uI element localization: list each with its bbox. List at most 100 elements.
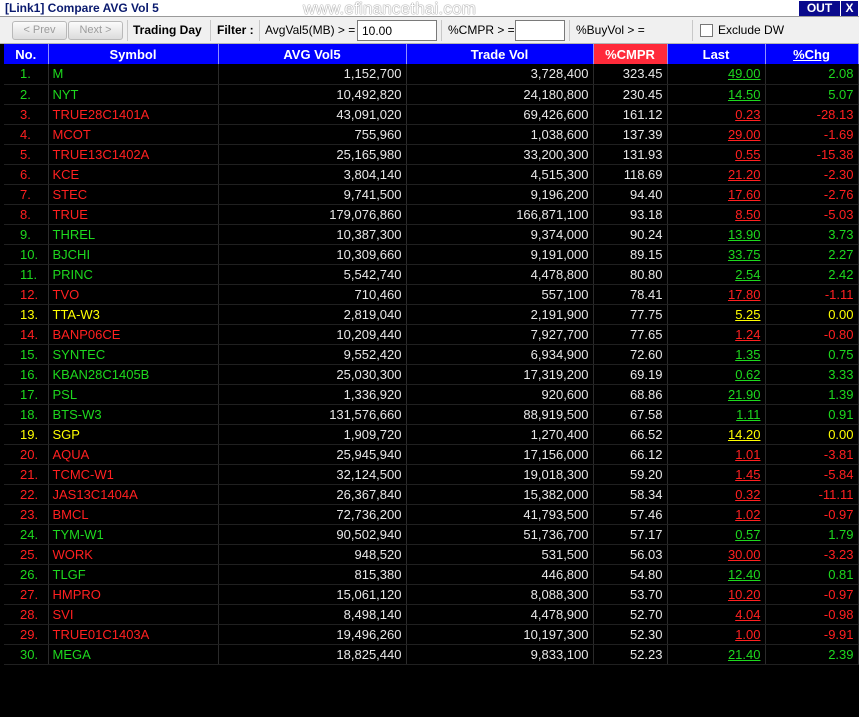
column-header-chg[interactable]: %Chg [765, 44, 859, 64]
column-header-avg-vol5[interactable]: AVG Vol5 [218, 44, 407, 64]
table-row[interactable]: 17. PSL 1,336,920 920,600 68.86 21.90 1.39 [4, 384, 859, 405]
table-row[interactable]: 26. TLGF 815,380 446,800 54.80 12.40 0.81 [4, 564, 859, 585]
last-price-cell[interactable]: 1.11 [667, 404, 766, 425]
last-price-cell[interactable]: 33.75 [667, 244, 766, 265]
table-row[interactable]: 24. TYM-W1 90,502,940 51,736,700 57.17 0.57 1.… [4, 524, 859, 545]
exclude-dw-checkbox[interactable] [700, 24, 713, 37]
last-price-cell[interactable]: 1.01 [667, 444, 766, 465]
last-price-cell[interactable]: 4.04 [667, 604, 766, 625]
symbol-cell[interactable]: TRUE01C1403A [48, 624, 219, 645]
symbol-cell[interactable]: TRUE28C1401A [48, 104, 219, 125]
table-row[interactable]: 22. JAS13C1404A 26,367,840 15,382,000 58.34 0… [4, 484, 859, 505]
table-row[interactable]: 18. BTS-W3 131,576,660 88,919,500 67.58 1.11 0… [4, 404, 859, 425]
symbol-cell[interactable]: MEGA [48, 644, 219, 665]
last-price-cell[interactable]: 14.50 [667, 84, 766, 105]
last-price-cell[interactable]: 21.20 [667, 164, 766, 185]
symbol-cell[interactable]: JAS13C1404A [48, 484, 219, 505]
close-button[interactable]: X [841, 1, 858, 16]
column-header-cmpr[interactable]: %CMPR [593, 44, 668, 64]
symbol-cell[interactable]: BANP06CE [48, 324, 219, 345]
cmpr-filter-input[interactable] [515, 20, 565, 41]
symbol-cell[interactable]: TCMC-W1 [48, 464, 219, 485]
symbol-cell[interactable]: TRUE13C1402A [48, 144, 219, 165]
table-row[interactable]: 23. BMCL 72,736,200 41,793,500 57.46 1.02 -0.9… [4, 504, 859, 525]
last-price-cell[interactable]: 17.80 [667, 284, 766, 305]
table-row[interactable]: 7. STEC 9,741,500 9,196,200 94.40 17.60 -2.76 [4, 184, 859, 205]
table-row[interactable]: 8. TRUE 179,076,860 166,871,100 93.18 8.50 -5.… [4, 204, 859, 225]
last-price-cell[interactable]: 49.00 [667, 64, 766, 85]
table-row[interactable]: 27. HMPRO 15,061,120 8,088,300 53.70 10.20 -0.… [4, 584, 859, 605]
table-row[interactable]: 13. TTA-W3 2,819,040 2,191,900 77.75 5.25 0.00 [4, 304, 859, 325]
last-price-cell[interactable]: 2.54 [667, 264, 766, 285]
symbol-cell[interactable]: STEC [48, 184, 219, 205]
prev-button[interactable]: < Prev [12, 21, 67, 40]
symbol-cell[interactable]: TLGF [48, 564, 219, 585]
table-row[interactable]: 6. KCE 3,804,140 4,515,300 118.69 21.20 -2.30 [4, 164, 859, 185]
table-row[interactable]: 14. BANP06CE 10,209,440 7,927,700 77.65 1.24-… [4, 324, 859, 345]
table-row[interactable]: 1. M 1,152,700 3,728,400 323.45 49.00 2.08 [4, 64, 859, 85]
table-row[interactable]: 19. SGP 1,909,720 1,270,400 66.52 14.20 0.00 [4, 424, 859, 445]
symbol-cell[interactable]: TVO [48, 284, 219, 305]
table-row[interactable]: 29. TRUE01C1403A 19,496,260 10,197,300 52.30… [4, 624, 859, 645]
last-price-cell[interactable]: 12.40 [667, 564, 766, 585]
table-row[interactable]: 5. TRUE13C1402A 25,165,980 33,200,300 131.93… [4, 144, 859, 165]
symbol-cell[interactable]: MCOT [48, 124, 219, 145]
last-price-cell[interactable]: 5.25 [667, 304, 766, 325]
symbol-cell[interactable]: THREL [48, 224, 219, 245]
table-row[interactable]: 30. MEGA 18,825,440 9,833,100 52.23 21.40 2.39 [4, 644, 859, 665]
symbol-cell[interactable]: KCE [48, 164, 219, 185]
column-header-trade-vol[interactable]: Trade Vol [406, 44, 594, 64]
last-price-cell[interactable]: 29.00 [667, 124, 766, 145]
last-price-cell[interactable]: 1.00 [667, 624, 766, 645]
symbol-cell[interactable]: WORK [48, 544, 219, 565]
last-price-cell[interactable]: 0.62 [667, 364, 766, 385]
table-row[interactable]: 15. SYNTEC 9,552,420 6,934,900 72.60 1.35 0.75 [4, 344, 859, 365]
table-row[interactable]: 21. TCMC-W1 32,124,500 19,018,300 59.20 1.45-… [4, 464, 859, 485]
column-header-symbol[interactable]: Symbol [48, 44, 219, 64]
symbol-cell[interactable]: BTS-W3 [48, 404, 219, 425]
last-price-cell[interactable]: 21.40 [667, 644, 766, 665]
symbol-cell[interactable]: KBAN28C1405B [48, 364, 219, 385]
last-price-cell[interactable]: 0.32 [667, 484, 766, 505]
table-row[interactable]: 2. NYT 10,492,820 24,180,800 230.45 14.50 5.07 [4, 84, 859, 105]
table-row[interactable]: 12. TVO 710,460 557,100 78.41 17.80 -1.11 [4, 284, 859, 305]
table-row[interactable]: 11. PRINC 5,542,740 4,478,800 80.80 2.54 2.42 [4, 264, 859, 285]
symbol-cell[interactable]: PSL [48, 384, 219, 405]
last-price-cell[interactable]: 21.90 [667, 384, 766, 405]
last-price-cell[interactable]: 0.55 [667, 144, 766, 165]
next-button[interactable]: Next > [68, 21, 123, 40]
symbol-cell[interactable]: BJCHI [48, 244, 219, 265]
last-price-cell[interactable]: 1.24 [667, 324, 766, 345]
avgvol-filter-input[interactable] [357, 20, 437, 41]
symbol-cell[interactable]: M [48, 64, 219, 85]
table-row[interactable]: 4. MCOT 755,960 1,038,600 137.39 29.00 -1.69 [4, 124, 859, 145]
last-price-cell[interactable]: 1.45 [667, 464, 766, 485]
last-price-cell[interactable]: 1.02 [667, 504, 766, 525]
table-row[interactable]: 16. KBAN28C1405B 25,030,300 17,319,200 69.19… [4, 364, 859, 385]
symbol-cell[interactable]: AQUA [48, 444, 219, 465]
symbol-cell[interactable]: SGP [48, 424, 219, 445]
symbol-cell[interactable]: PRINC [48, 264, 219, 285]
last-price-cell[interactable]: 17.60 [667, 184, 766, 205]
symbol-cell[interactable]: TYM-W1 [48, 524, 219, 545]
column-header-last[interactable]: Last [667, 44, 766, 64]
symbol-cell[interactable]: TTA-W3 [48, 304, 219, 325]
table-row[interactable]: 20. AQUA 25,945,940 17,156,000 66.12 1.01 -3.8… [4, 444, 859, 465]
column-header-no[interactable]: No. [4, 44, 49, 64]
last-price-cell[interactable]: 30.00 [667, 544, 766, 565]
out-button[interactable]: OUT [799, 1, 840, 16]
last-price-cell[interactable]: 0.23 [667, 104, 766, 125]
symbol-cell[interactable]: TRUE [48, 204, 219, 225]
symbol-cell[interactable]: HMPRO [48, 584, 219, 605]
last-price-cell[interactable]: 1.35 [667, 344, 766, 365]
table-row[interactable]: 9. THREL 10,387,300 9,374,000 90.24 13.90 3.73 [4, 224, 859, 245]
symbol-cell[interactable]: SYNTEC [48, 344, 219, 365]
table-row[interactable]: 28. SVI 8,498,140 4,478,900 52.70 4.04 -0.98 [4, 604, 859, 625]
last-price-cell[interactable]: 0.57 [667, 524, 766, 545]
table-row[interactable]: 25. WORK 948,520 531,500 56.03 30.00 -3.23 [4, 544, 859, 565]
symbol-cell[interactable]: BMCL [48, 504, 219, 525]
last-price-cell[interactable]: 8.50 [667, 204, 766, 225]
symbol-cell[interactable]: NYT [48, 84, 219, 105]
last-price-cell[interactable]: 14.20 [667, 424, 766, 445]
symbol-cell[interactable]: SVI [48, 604, 219, 625]
